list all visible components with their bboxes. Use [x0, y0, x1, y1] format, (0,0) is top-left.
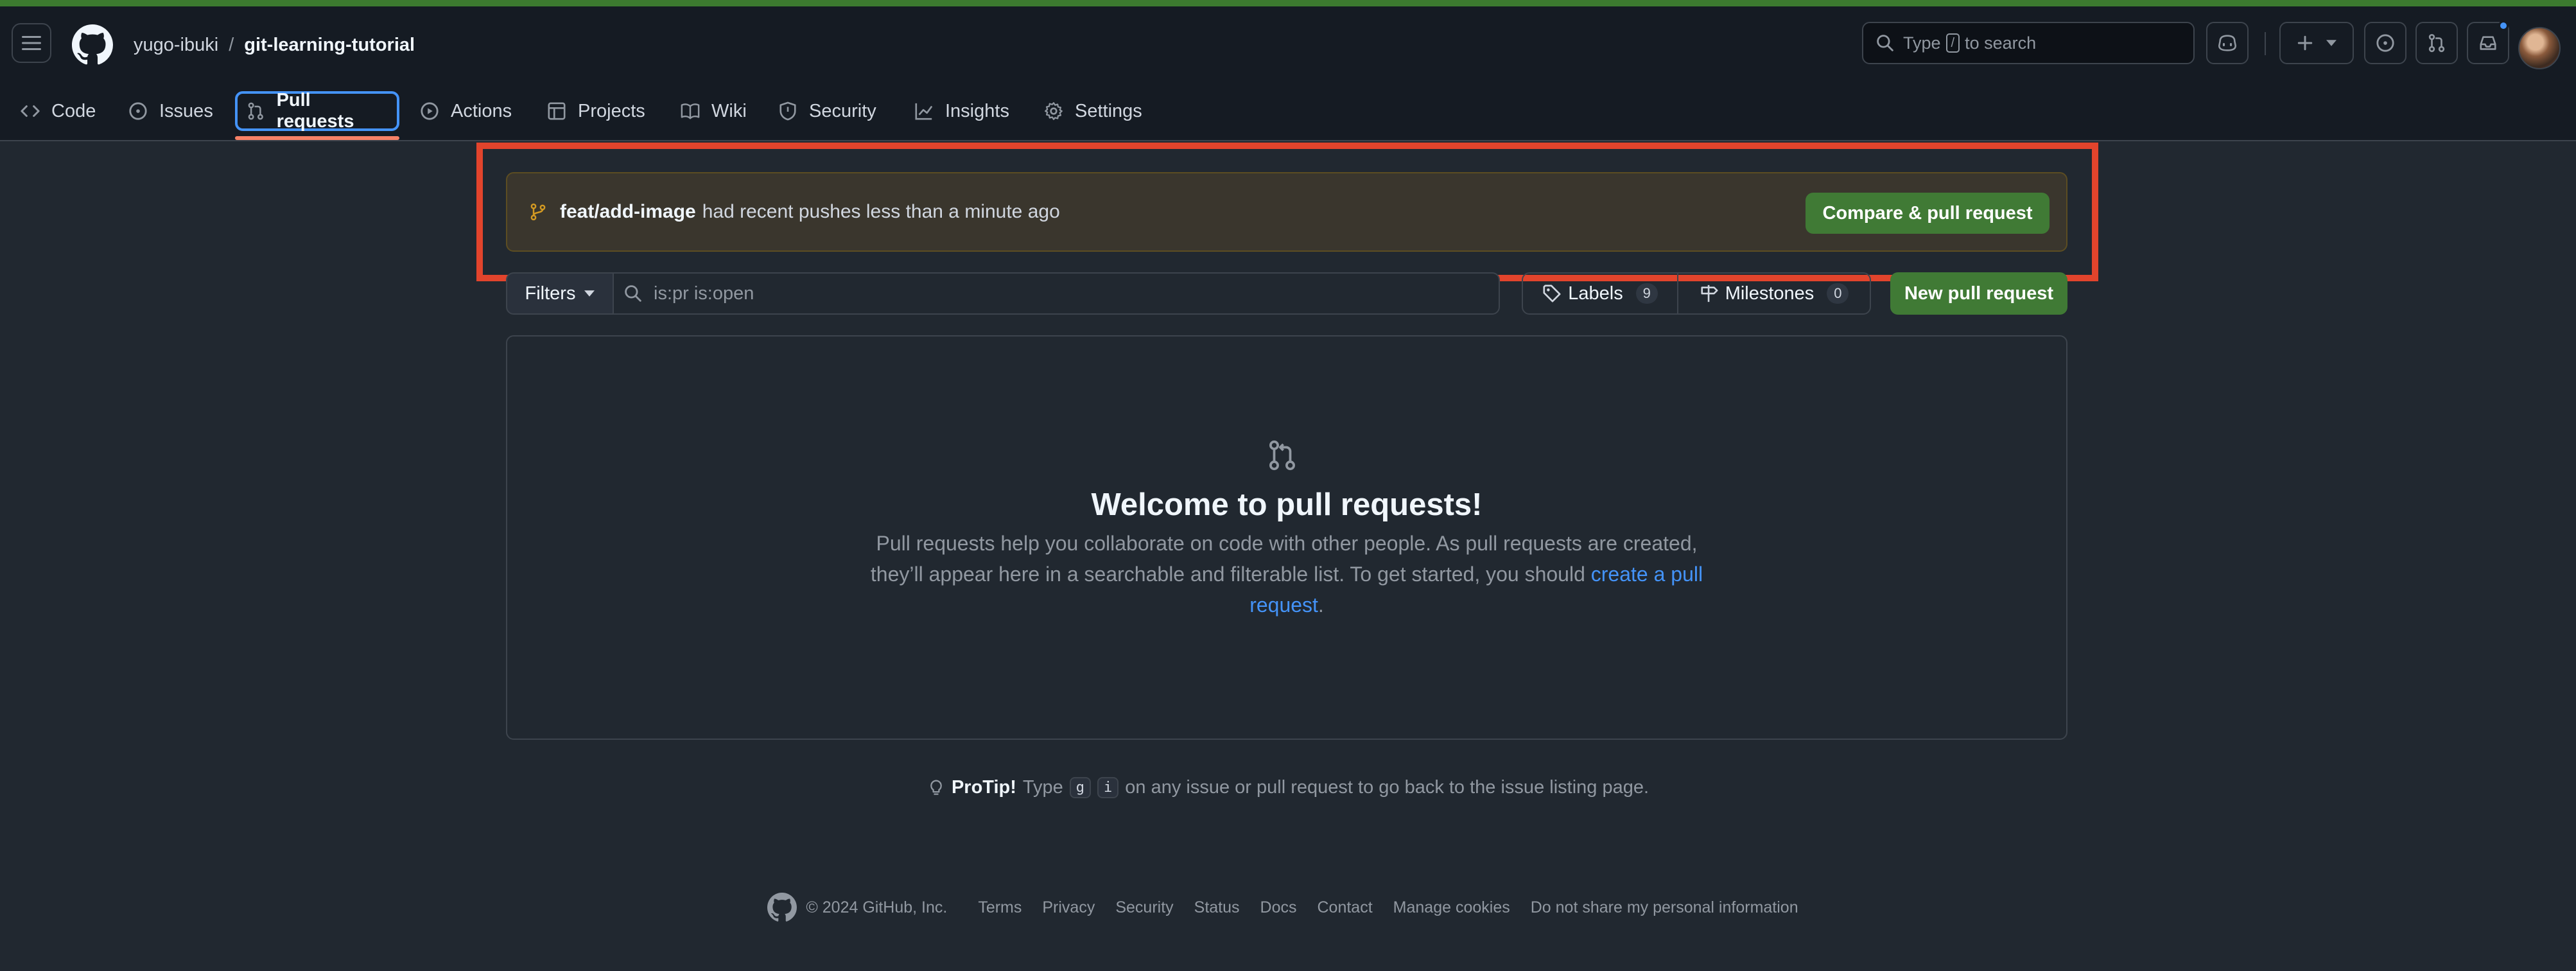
- tab-actions-label: Actions: [451, 100, 512, 121]
- github-logo-icon[interactable]: [767, 893, 797, 922]
- repo-owner-link[interactable]: yugo-ibuki: [134, 35, 218, 56]
- code-icon: [21, 105, 40, 117]
- tab-security-label: Security: [809, 100, 876, 121]
- tab-issues[interactable]: Issues: [119, 91, 222, 131]
- labels-label: Labels: [1568, 283, 1623, 304]
- git-pull-request-icon: [1269, 440, 1295, 471]
- triangle-down-icon: [584, 290, 595, 297]
- menu-button[interactable]: [12, 23, 51, 63]
- milestones-button[interactable]: Milestones 0: [1677, 272, 1871, 315]
- milestones-count: 0: [1827, 283, 1849, 304]
- tag-icon: [1543, 284, 1561, 302]
- play-icon: [421, 102, 439, 120]
- footer-link-status[interactable]: Status: [1194, 898, 1240, 917]
- tab-wiki[interactable]: Wiki: [672, 91, 756, 131]
- breadcrumb-separator: /: [229, 34, 234, 55]
- filters-label: Filters: [525, 283, 576, 304]
- tab-insights-label: Insights: [945, 100, 1009, 121]
- create-new-button[interactable]: [2279, 22, 2354, 64]
- issues-button[interactable]: [2364, 22, 2406, 64]
- tab-projects-label: Projects: [578, 100, 645, 121]
- tab-projects[interactable]: Projects: [538, 91, 654, 131]
- footer-link-privacy[interactable]: Privacy: [1042, 898, 1095, 917]
- git-pull-request-icon: [2428, 33, 2445, 53]
- issue-opened-icon: [2376, 34, 2394, 52]
- tab-settings[interactable]: Settings: [1035, 91, 1151, 131]
- search-shortcut-key: /: [1945, 33, 1960, 53]
- tab-pull-requests-label: Pull requests: [276, 90, 354, 132]
- search-icon: [625, 285, 641, 302]
- breadcrumb: yugo-ibuki / git-learning-tutorial: [134, 28, 415, 62]
- top-accent-bar: [0, 0, 2576, 6]
- tab-issues-label: Issues: [159, 100, 213, 121]
- copilot-button[interactable]: [2206, 22, 2249, 64]
- tab-wiki-label: Wiki: [711, 100, 747, 121]
- table-icon: [548, 102, 566, 120]
- git-pull-request-icon: [248, 102, 263, 120]
- footer-link-terms[interactable]: Terms: [978, 898, 1022, 917]
- filters-dropdown[interactable]: Filters: [506, 272, 613, 315]
- search-placeholder-prefix: Type: [1903, 33, 1941, 53]
- footer-link-manage-cookies[interactable]: Manage cookies: [1393, 898, 1510, 917]
- gear-icon: [1045, 102, 1063, 120]
- triangle-down-icon: [2326, 40, 2337, 46]
- book-icon: [681, 103, 700, 119]
- tab-code[interactable]: Code: [12, 91, 105, 131]
- notification-indicator: [2498, 21, 2509, 31]
- graph-icon: [915, 103, 933, 120]
- header-divider: [2265, 32, 2266, 55]
- shield-icon: [779, 101, 796, 121]
- copilot-icon: [2218, 35, 2237, 51]
- labels-count: 9: [1635, 283, 1658, 304]
- pr-search-input[interactable]: is:pr is:open: [613, 272, 1500, 315]
- milestones-label: Milestones: [1725, 283, 1815, 304]
- global-search-input[interactable]: Type / to search: [1862, 22, 2195, 64]
- tab-actions[interactable]: Actions: [411, 91, 521, 131]
- footer-copyright: © 2024 GitHub, Inc.: [767, 893, 947, 922]
- search-placeholder-suffix: to search: [1965, 33, 2037, 53]
- tab-security[interactable]: Security: [769, 91, 885, 131]
- plus-icon: [2297, 35, 2313, 51]
- empty-state-text: Pull requests help you collaborate on co…: [870, 532, 1698, 586]
- tab-settings-label: Settings: [1075, 100, 1142, 121]
- inbox-icon: [2480, 36, 2496, 50]
- protip-post: on any issue or pull request to go back …: [1125, 777, 1649, 798]
- new-pull-request-button[interactable]: New pull request: [1890, 272, 2067, 315]
- footer-link-contact[interactable]: Contact: [1318, 898, 1373, 917]
- shortcut-key-i: i: [1097, 777, 1119, 798]
- issue-opened-icon: [129, 102, 147, 120]
- footer-link-docs[interactable]: Docs: [1260, 898, 1297, 917]
- footer-link-do-not-share[interactable]: Do not share my personal information: [1531, 898, 1798, 917]
- protip-label: ProTip!: [951, 777, 1016, 798]
- site-footer: © 2024 GitHub, Inc. Terms Privacy Securi…: [0, 893, 2576, 922]
- search-icon: [1877, 35, 1893, 51]
- footer-link-security[interactable]: Security: [1115, 898, 1173, 917]
- pr-search-query: is:pr is:open: [654, 283, 754, 304]
- selected-tab-underline: [235, 136, 399, 140]
- empty-state-title: Welcome to pull requests!: [1091, 487, 1483, 522]
- milestone-icon: [1701, 284, 1718, 302]
- copyright-text: © 2024 GitHub, Inc.: [806, 898, 948, 916]
- tab-insights[interactable]: Insights: [905, 91, 1018, 131]
- light-bulb-icon: [930, 779, 942, 795]
- user-avatar[interactable]: [2518, 27, 2561, 69]
- protip: ProTip! Type g i on any issue or pull re…: [0, 777, 2576, 798]
- highlight-annotation-box: [476, 143, 2098, 281]
- empty-state-description: Pull requests help you collaborate on co…: [854, 528, 1719, 620]
- protip-pre: Type: [1022, 777, 1063, 798]
- hamburger-icon: [22, 36, 41, 50]
- tab-pull-requests[interactable]: Pull requests: [235, 90, 399, 132]
- github-logo-icon[interactable]: [72, 24, 113, 66]
- repo-name-link[interactable]: git-learning-tutorial: [244, 35, 415, 56]
- pull-requests-button[interactable]: [2415, 22, 2458, 64]
- shortcut-key-g: g: [1069, 777, 1092, 798]
- tab-code-label: Code: [51, 100, 96, 121]
- labels-button[interactable]: Labels 9: [1522, 272, 1678, 315]
- empty-state-period: .: [1318, 593, 1324, 617]
